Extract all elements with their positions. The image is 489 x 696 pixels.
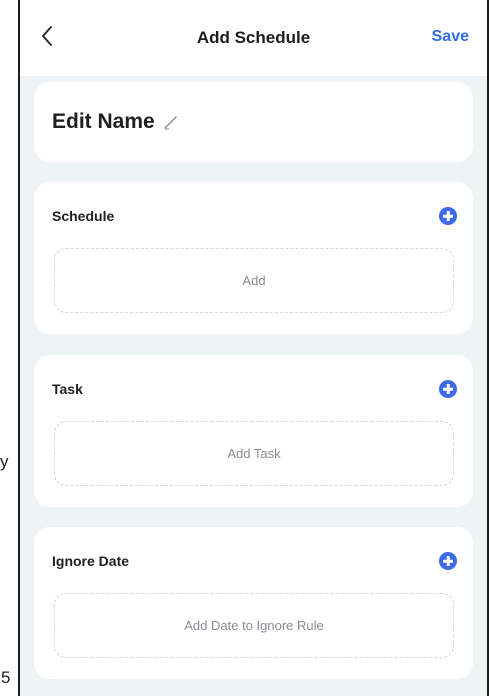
- chevron-left-icon: [42, 26, 52, 46]
- stray-digit: 5: [1, 668, 11, 687]
- back-button[interactable]: [36, 22, 60, 50]
- schedule-name[interactable]: Edit Name: [52, 110, 155, 134]
- schedule-section: Schedule Add: [34, 182, 473, 334]
- page-title: Add Schedule: [196, 28, 311, 47]
- add-ignore-date-plus-icon[interactable]: [439, 552, 457, 570]
- section-title-ignore-date: Ignore Date: [52, 553, 130, 569]
- add-task-button[interactable]: Add Task: [54, 421, 454, 486]
- ignore-date-section: Ignore Date Add Date to Ignore Rule: [34, 527, 473, 679]
- task-section: Task Add Task: [34, 355, 473, 507]
- app-screen: Add Schedule Save Edit Name Schedule Add…: [18, 0, 489, 696]
- add-task-plus-icon[interactable]: [439, 380, 457, 398]
- pencil-icon[interactable]: [161, 112, 181, 132]
- add-schedule-button[interactable]: Add: [54, 248, 454, 313]
- stray-letter: y: [0, 452, 9, 471]
- name-card: Edit Name: [34, 82, 473, 162]
- save-button[interactable]: Save: [432, 28, 469, 46]
- add-schedule-plus-icon[interactable]: [439, 207, 457, 225]
- section-title-task: Task: [52, 381, 83, 397]
- add-ignore-date-button[interactable]: Add Date to Ignore Rule: [54, 593, 454, 658]
- section-title-schedule: Schedule: [52, 208, 115, 224]
- header-bar: Add Schedule Save: [20, 0, 487, 76]
